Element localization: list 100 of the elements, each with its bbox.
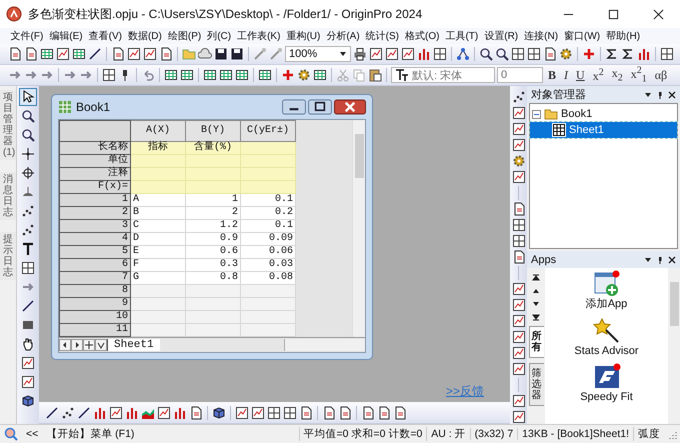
grid-icon[interactable] (267, 406, 281, 420)
chart-icon[interactable] (109, 406, 123, 420)
row-header[interactable]: 7 (60, 272, 130, 284)
bar-chart-icon[interactable] (417, 47, 431, 61)
format-button[interactable]: αβ (652, 68, 670, 82)
document-icon[interactable] (111, 47, 125, 61)
row-header[interactable]: 4 (60, 232, 130, 246)
spreadsheet-icon[interactable] (164, 68, 178, 82)
chart-icon[interactable] (512, 298, 526, 312)
row-header[interactable]: F(x)= (60, 180, 130, 194)
chart-icon[interactable] (512, 138, 526, 152)
row-header[interactable]: 6 (60, 258, 130, 272)
cube-icon[interactable] (212, 406, 226, 420)
column-header[interactable]: B(Y) (186, 120, 240, 142)
collapse-toggle[interactable]: << (26, 428, 38, 440)
chart-icon[interactable] (512, 410, 526, 424)
maximize-icon[interactable] (308, 99, 332, 115)
format-button[interactable]: x$_{2}$ (608, 66, 626, 84)
side-panel-tab[interactable]: 项目管理器(1) (0, 90, 16, 160)
add-app-icon[interactable] (592, 270, 620, 298)
menu-item[interactable]: 格式(O) (402, 29, 442, 43)
close-icon[interactable] (668, 256, 676, 264)
line-icon[interactable] (77, 406, 91, 420)
menu-item[interactable]: 分析(A) (324, 29, 362, 43)
side-panel-tab[interactable]: 提示日志 (0, 232, 16, 280)
gear-icon[interactable] (297, 68, 311, 82)
grid-icon[interactable] (511, 47, 525, 61)
bar-chart-icon[interactable] (125, 406, 139, 420)
document-icon[interactable] (361, 406, 375, 420)
caret-down-icon[interactable] (339, 50, 347, 58)
menu-item[interactable]: 数据(D) (125, 29, 164, 43)
row-header[interactable]: 8 (60, 284, 130, 298)
save-icon[interactable] (214, 47, 228, 61)
chart-icon[interactable] (401, 47, 415, 61)
font-size-dropdown[interactable]: 0 (497, 67, 543, 83)
row-header[interactable]: 2 (60, 206, 130, 220)
chart-icon[interactable] (512, 346, 526, 360)
menu-item[interactable]: 编辑(E) (46, 29, 86, 43)
zoom-dropdown[interactable]: 100% (285, 46, 351, 62)
format-button[interactable]: U (573, 68, 588, 82)
grid-icon[interactable] (433, 47, 447, 61)
row-header[interactable]: 长名称 (60, 142, 130, 154)
spreadsheet-icon[interactable] (219, 68, 233, 82)
magnifier-icon[interactable] (495, 47, 509, 61)
app-label[interactable]: Stats Advisor (566, 344, 646, 358)
app-label[interactable]: Speedy Fit (566, 391, 646, 404)
close-icon[interactable] (668, 90, 676, 98)
column-header[interactable]: C(yEr±) (240, 120, 296, 142)
document-icon[interactable] (512, 202, 526, 216)
menu-item[interactable]: 工作表(K) (234, 29, 283, 43)
row-header[interactable]: 10 (60, 310, 130, 324)
row-header[interactable]: 1 (60, 194, 130, 206)
menu-item[interactable]: 查看(V) (86, 29, 124, 43)
chart-icon[interactable] (235, 406, 249, 420)
document-icon[interactable] (393, 406, 407, 420)
spreadsheet-icon[interactable] (235, 68, 249, 82)
format-button[interactable]: I (561, 68, 572, 82)
row-header[interactable]: 3 (60, 220, 130, 232)
row-header[interactable]: 9 (60, 298, 130, 310)
plus-icon[interactable] (83, 339, 95, 351)
grid-icon[interactable] (102, 68, 116, 82)
horizontal-scrollbar[interactable] (284, 339, 365, 351)
menu-item[interactable]: 帮助(H) (604, 29, 643, 43)
chart-icon[interactable] (512, 122, 526, 136)
menu-item[interactable]: 设置(R) (482, 29, 521, 43)
row-header[interactable]: 单位 (60, 154, 130, 168)
line-icon[interactable] (88, 47, 102, 61)
bar-chart-icon[interactable] (637, 47, 651, 61)
scroll-down-icon[interactable] (532, 300, 540, 308)
document-icon[interactable] (338, 406, 352, 420)
grid-icon[interactable] (283, 406, 297, 420)
chart-icon[interactable] (251, 406, 265, 420)
chart-icon[interactable] (512, 106, 526, 120)
caret-down-icon[interactable] (95, 339, 107, 351)
close-icon[interactable] (653, 8, 664, 20)
tree-item[interactable]: Book1 (530, 106, 677, 122)
save-icon[interactable] (230, 47, 244, 61)
menu-item[interactable]: 窗口(W) (562, 29, 603, 43)
vertical-scrollbar[interactable] (352, 120, 365, 337)
chart-icon[interactable] (512, 282, 526, 296)
chart-icon[interactable] (512, 170, 526, 184)
menu-item[interactable]: 绘图(P) (165, 29, 204, 43)
scroll-top-icon[interactable] (532, 274, 540, 282)
line-icon[interactable] (45, 406, 59, 420)
document-icon[interactable] (543, 47, 557, 61)
grid-icon[interactable] (527, 47, 541, 61)
chart-icon[interactable] (385, 47, 399, 61)
row-header[interactable]: 注释 (60, 168, 130, 180)
wand-icon[interactable] (269, 47, 283, 61)
document-icon[interactable] (24, 47, 38, 61)
menu-item[interactable]: 列(C) (204, 29, 234, 43)
document-icon[interactable] (299, 406, 313, 420)
chart-icon[interactable] (369, 47, 383, 61)
format-button[interactable]: B (545, 68, 560, 82)
app-label[interactable]: 添加App (566, 298, 646, 311)
scroll-bottom-icon[interactable] (532, 313, 540, 321)
bar-chart-icon[interactable] (93, 406, 107, 420)
chart-icon[interactable] (512, 330, 526, 344)
menu-item[interactable]: 文件(F) (8, 29, 46, 43)
chart-icon[interactable] (143, 47, 157, 61)
